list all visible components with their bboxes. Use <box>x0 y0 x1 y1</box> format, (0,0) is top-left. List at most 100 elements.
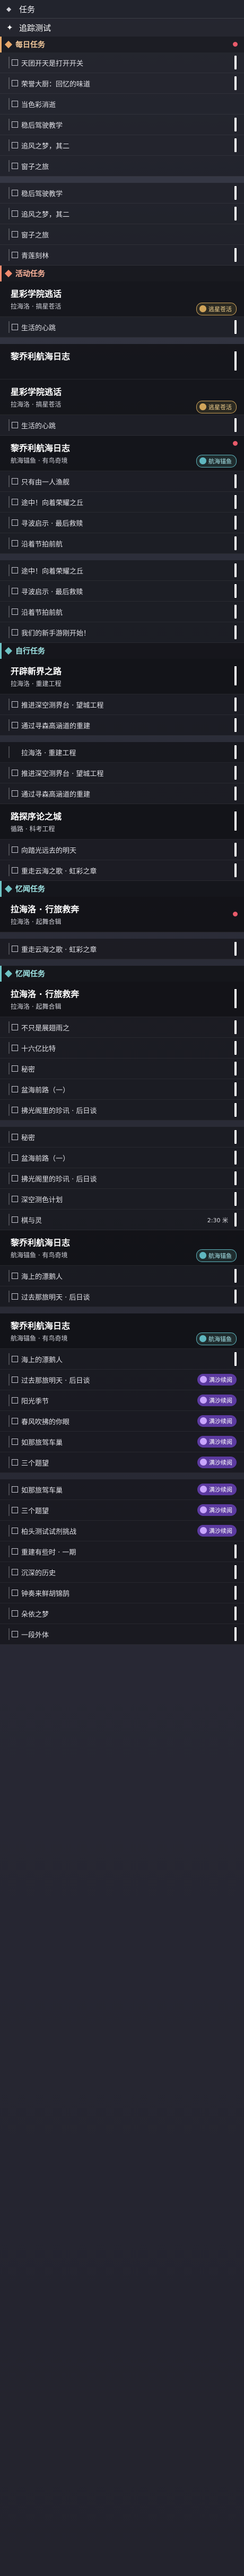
quest-card[interactable]: 黎乔利航海日志 <box>0 344 244 380</box>
list-item[interactable]: 生活的心跳 <box>0 415 244 436</box>
checkbox-icon <box>12 1439 18 1445</box>
list-item[interactable]: 途中！向着荣耀之丘 <box>0 560 244 581</box>
list-item[interactable]: 向踏光远去的明天 <box>0 840 244 860</box>
section-daily[interactable]: 每日任务 <box>0 37 244 52</box>
list-item[interactable]: 通过寻森高涵道的重建 <box>0 783 244 804</box>
list-item[interactable]: 沿着节拍前航 <box>0 533 244 554</box>
list-item[interactable]: 荣誉大厨：回忆的味道 <box>0 73 244 94</box>
list-item[interactable]: 如那旅驾车巢 满沙续阅 <box>0 1479 244 1500</box>
list-item[interactable]: 海上的漂鹅人 <box>0 1349 244 1370</box>
card-subtitle: 航海锚鱼 · 有鸟奇境 <box>11 457 68 464</box>
quest-card[interactable]: 拉海洛 · 行旅救奔 拉海洛 · 起舞合辑 <box>0 897 244 932</box>
list-item[interactable]: 追风之梦，其二 <box>0 204 244 224</box>
quest-card[interactable]: 黎乔利航海日志 航海锚鱼 · 有鸟奇境 航海锚鱼 <box>0 436 244 471</box>
quest-card[interactable]: 黎乔利航海日志 航海锚鱼 · 有鸟奇境 航海锚鱼 <box>0 1313 244 1349</box>
quest-card[interactable]: 黎乔利航海日志 航海锚鱼 · 有鸟奇境 航海锚鱼 <box>0 1230 244 1266</box>
list-item[interactable]: 寻波启示 · 最后救赎 <box>0 581 244 602</box>
list-item[interactable]: 朵依之梦 <box>0 1603 244 1624</box>
checkbox-icon <box>12 1590 18 1596</box>
quest-card[interactable]: 开辟新界之路 拉海洛 · 重建工程 <box>0 659 244 694</box>
list-item[interactable]: 过去那旅明天 · 后日谈 满沙续阅 <box>0 1370 244 1390</box>
quest-card[interactable]: 拉海洛 · 行旅救奔 拉海洛 · 起舞合辑 <box>0 982 244 1017</box>
list-item[interactable]: 海上的漂鹅人 <box>0 1266 244 1286</box>
list-item[interactable]: 深空测色计划 <box>0 1189 244 1210</box>
list-item[interactable]: 十六亿比特 <box>0 1038 244 1058</box>
list-item[interactable]: 棋与灵 2:30 米 <box>0 1210 244 1230</box>
list-item[interactable]: 生活的心跳 <box>0 317 244 338</box>
list-item[interactable]: 三个题望 满沙续阅 <box>0 1452 244 1473</box>
list-item[interactable]: 天团开天是打开开关 <box>0 52 244 73</box>
list-item[interactable]: 柏头测试试剂挑战 满沙续阅 <box>0 1521 244 1541</box>
list-item[interactable]: 如那旅驾车巢 满沙续阅 <box>0 1432 244 1452</box>
list-item[interactable]: 盆海前路（一） <box>0 1148 244 1168</box>
checkbox-icon <box>12 252 18 258</box>
section-event[interactable]: 活动任务 <box>0 266 244 281</box>
list-item[interactable]: 窗子之旅 <box>0 156 244 177</box>
track-bar <box>234 418 237 432</box>
list-item[interactable]: 青莲刻林 <box>0 245 244 266</box>
list-item[interactable]: 盆海前路（一） <box>0 1079 244 1100</box>
list-item[interactable]: 寻波启示 · 最后救赎 <box>0 513 244 533</box>
tracking-row[interactable]: ✦ 追踪测试 <box>0 19 244 37</box>
track-bar <box>234 1171 237 1185</box>
list-item[interactable]: 拂光阁里的珍讯 · 后日谈 <box>0 1100 244 1121</box>
list-item[interactable]: 一段外体 <box>0 1624 244 1645</box>
list-item[interactable]: 窗子之旅 <box>0 224 244 245</box>
list-header[interactable]: 拉海洛 · 重建工程 <box>0 742 244 763</box>
list-item[interactable]: 沉深的历史 <box>0 1562 244 1583</box>
list-item[interactable]: 重建有些时 · 一期 <box>0 1541 244 1562</box>
list-item[interactable]: 三个题望 满沙续阅 <box>0 1500 244 1521</box>
checkbox-icon <box>12 59 18 66</box>
track-bar <box>234 138 237 152</box>
list-item[interactable]: 过去那旅明天 · 后日谈 <box>0 1286 244 1307</box>
tag-icon <box>199 305 206 312</box>
section-memory-2[interactable]: 忆闻任务 <box>0 966 244 982</box>
list-item[interactable]: 推进深空测界台 · 望城工程 <box>0 694 244 715</box>
list-item[interactable]: 重走云海之歌 · 虹彩之章 <box>0 939 244 959</box>
track-bar <box>234 1545 237 1558</box>
card-title: 黎乔利航海日志 <box>11 1321 71 1331</box>
reward-tag: 满沙续阅 <box>197 1374 237 1386</box>
quest-card[interactable]: 星彩学院逃话 拉海洛 · 搞星苍活 逃星苍活 <box>0 380 244 415</box>
section-memory[interactable]: 忆闻任务 <box>0 881 244 897</box>
list-item[interactable]: 我们的新手游刚开始！ <box>0 622 244 643</box>
checkbox-icon <box>12 1216 18 1223</box>
list-item[interactable]: 只有由一人渔舰 <box>0 471 244 492</box>
section-free[interactable]: 自行任务 <box>0 643 244 659</box>
memory-list-3: 秘密 盆海前路（一） 拂光阁里的珍讯 · 后日谈 深空测色计划 棋与灵 2:30 … <box>0 1127 244 1230</box>
list-item[interactable]: 推进深空测界台 · 望城工程 <box>0 763 244 783</box>
list-item[interactable]: 秘密 <box>0 1127 244 1148</box>
checkbox-icon <box>12 770 18 776</box>
list-item[interactable]: 通过寻森高涵道的重建 <box>0 715 244 736</box>
list-item[interactable]: 稳后驾驶教学 <box>0 183 244 204</box>
list-item[interactable]: 不只是展翅雨之 <box>0 1017 244 1038</box>
track-bar <box>234 1607 237 1620</box>
list-item[interactable]: 当色彩消逝 <box>0 94 244 114</box>
daily-list: 天团开天是打开开关 荣誉大厨：回忆的味道 当色彩消逝 稳后驾驶教学 追风之梦，其… <box>0 52 244 177</box>
list-item[interactable]: 秘密 <box>0 1058 244 1079</box>
checkbox-icon <box>12 210 18 217</box>
track-bar <box>234 1041 237 1055</box>
reward-tag: 满沙续阅 <box>197 1395 237 1406</box>
quest-card[interactable]: 星彩学院逃话 拉海洛 · 搞星苍活 逃星苍活 <box>0 281 244 317</box>
list-item[interactable]: 沿着节拍前航 <box>0 602 244 622</box>
checkbox-icon <box>12 1377 18 1383</box>
list-item[interactable]: 阳光季节 满沙续阅 <box>0 1390 244 1411</box>
list-item[interactable]: 春风吹拂的你眼 满沙续阅 <box>0 1411 244 1432</box>
reward-tag: 满沙续阅 <box>197 1415 237 1427</box>
list-item[interactable]: 拂光阁里的珍讯 · 后日谈 <box>0 1168 244 1189</box>
track-bar <box>234 843 237 857</box>
checkbox-icon <box>12 1196 18 1202</box>
track-bar <box>234 698 237 711</box>
checkbox-icon <box>12 867 18 874</box>
list-item[interactable]: 途中！向着荣耀之丘 <box>0 492 244 513</box>
quest-app: ◆ 任务 ✦ 追踪测试 每日任务 天团开天是打开开关 荣誉大厨：回忆的味道 当色… <box>0 0 244 2576</box>
checkbox-icon <box>12 1065 18 1072</box>
track-bar <box>234 1151 237 1165</box>
list-item[interactable]: 追风之梦，其二 <box>0 135 244 156</box>
track-bar <box>234 666 237 685</box>
list-item[interactable]: 重走云海之歌 · 虹彩之章 <box>0 860 244 881</box>
list-item[interactable]: 稳后驾驶教学 <box>0 114 244 135</box>
quest-card[interactable]: 路探序论之城 循路 · 科考工程 <box>0 804 244 840</box>
list-item[interactable]: 钟奏来鲜胡锦鹄 <box>0 1583 244 1603</box>
